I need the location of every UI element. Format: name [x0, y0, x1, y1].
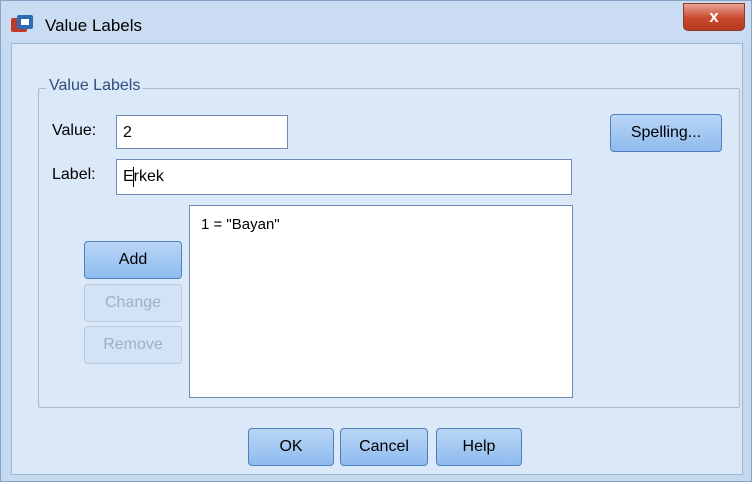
change-button-label: Change — [104, 294, 162, 311]
value-input-text: 2 — [123, 124, 132, 141]
help-button[interactable]: Help — [436, 428, 522, 466]
remove-button[interactable]: Remove — [84, 326, 182, 364]
help-button-label: Help — [462, 438, 496, 455]
cancel-button-label: Cancel — [359, 438, 409, 455]
group-legend: Value Labels — [46, 77, 144, 95]
value-labels-list[interactable]: 1 = "Bayan" — [189, 205, 573, 398]
add-button[interactable]: Add — [84, 241, 182, 279]
add-button-label: Add — [118, 251, 148, 268]
change-button[interactable]: Change — [84, 284, 182, 322]
label-label: Label: — [52, 166, 96, 183]
dialog-body: Value Labels Value: 2 Label: Erkek Spell… — [11, 43, 743, 475]
ok-button-label: OK — [279, 438, 303, 455]
value-input[interactable]: 2 — [116, 115, 288, 149]
text-cursor — [133, 167, 134, 187]
cancel-button[interactable]: Cancel — [340, 428, 428, 466]
spelling-button[interactable]: Spelling... — [610, 114, 722, 152]
value-labels-dialog: Value Labels x Value Labels Value: 2 Lab… — [0, 0, 752, 482]
title-bar[interactable]: Value Labels x — [1, 1, 751, 41]
list-item[interactable]: 1 = "Bayan" — [201, 216, 280, 233]
close-button[interactable]: x — [683, 3, 745, 31]
spelling-button-label: Spelling... — [630, 124, 702, 141]
ok-button[interactable]: OK — [248, 428, 334, 466]
close-icon: x — [709, 7, 719, 26]
label-input[interactable]: Erkek — [116, 159, 572, 195]
label-input-text: Erkek — [123, 168, 164, 185]
app-icon — [11, 15, 33, 32]
value-label: Value: — [52, 122, 97, 139]
remove-button-label: Remove — [103, 336, 163, 353]
window-title: Value Labels — [45, 16, 143, 35]
